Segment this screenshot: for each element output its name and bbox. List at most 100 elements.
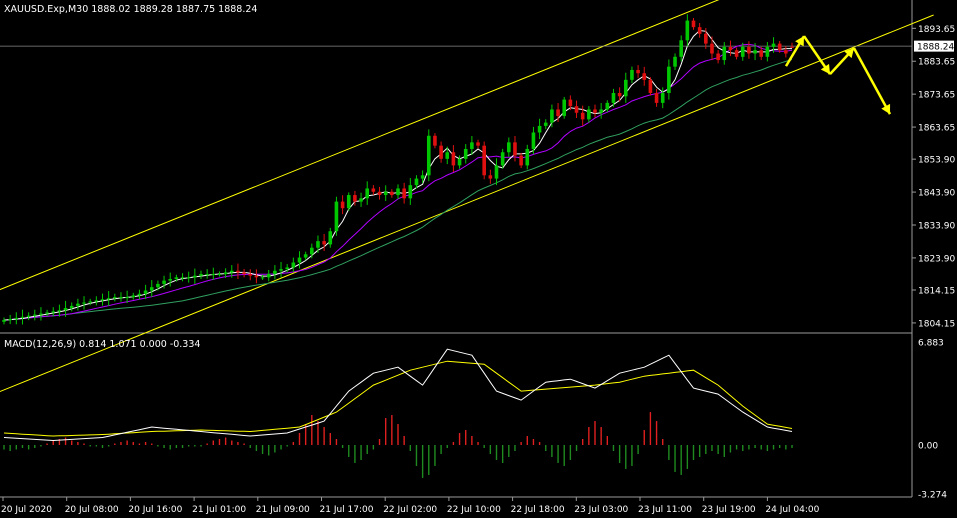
candle-body (125, 297, 129, 299)
candle-body (143, 290, 148, 294)
candle-body (740, 46, 745, 57)
candle-body (8, 319, 12, 321)
candle-body (303, 254, 308, 258)
candle-body (39, 313, 43, 315)
candle-body (507, 142, 511, 153)
candle-body (316, 241, 320, 248)
candle-body (82, 302, 86, 304)
candle-body (205, 274, 209, 276)
candle-body (383, 191, 388, 196)
candle-body (346, 195, 351, 209)
candle-body (433, 135, 437, 146)
candle-body (488, 175, 493, 179)
price-axis-label: 1893.65 (918, 25, 955, 35)
candle-body (402, 188, 406, 199)
candle-body (223, 272, 228, 275)
candle-body (328, 231, 333, 245)
candle-body (63, 308, 68, 311)
candle-body (568, 99, 573, 107)
candle-body (365, 188, 370, 199)
candle-body (14, 317, 19, 320)
candle-body (685, 20, 690, 41)
candle-body (642, 73, 647, 80)
candle-body (100, 299, 105, 301)
candle-body (408, 185, 413, 199)
time-axis-label: 20 Jul 16:00 (128, 505, 182, 515)
candle-body (211, 274, 216, 276)
candle-body (747, 46, 751, 54)
candle-body (168, 278, 173, 281)
candle-body (482, 145, 486, 176)
candle-body (525, 148, 530, 166)
candle-body (463, 148, 468, 159)
candle-body (636, 69, 640, 74)
price-axis-label: 1833.90 (918, 221, 955, 231)
candle-body (334, 201, 339, 232)
candle-body (580, 112, 585, 120)
candle-body (476, 142, 480, 146)
candle-body (605, 102, 610, 110)
candle-body (285, 267, 289, 270)
candle-body (562, 99, 567, 117)
candle-body (291, 262, 296, 268)
candle-body (377, 191, 382, 196)
candle-body (137, 293, 142, 296)
candle-body (679, 40, 683, 57)
candle-body (310, 247, 314, 255)
candle-body (753, 50, 757, 54)
candle-body (593, 109, 597, 113)
candle-body (513, 142, 517, 156)
ma-fast-line (3, 29, 792, 321)
time-axis-label: 22 Jul 10:00 (447, 505, 501, 515)
candle-body (340, 201, 345, 209)
candle-body (186, 277, 191, 279)
candle-body (2, 320, 6, 322)
macd-axis-label: -3.274 (918, 491, 947, 501)
candle-body (617, 93, 622, 97)
candle-body (359, 198, 363, 202)
time-axis-label: 24 Jul 04:00 (765, 505, 819, 515)
price-axis-label: 1814.15 (918, 287, 955, 297)
candle-body (396, 188, 400, 196)
time-axis-label: 20 Jul 08:00 (65, 505, 119, 515)
candle-body (623, 79, 628, 97)
candle-body (113, 297, 117, 299)
candle-body (180, 277, 185, 279)
last-price-label: 1888.24 (917, 43, 954, 53)
candle-body (765, 46, 770, 57)
candle-body (550, 109, 554, 123)
candle-body (500, 152, 505, 166)
price-axis-label: 1863.65 (918, 124, 955, 134)
candle-body (673, 56, 677, 67)
time-axis-label: 23 Jul 03:00 (574, 505, 628, 515)
candle-body (457, 158, 462, 166)
candle-body (236, 270, 240, 273)
candle-body (266, 274, 271, 278)
candle-body (420, 175, 425, 179)
candle-body (193, 275, 197, 278)
candle-body (322, 241, 326, 245)
price-macd-chart: 1893.65 1883.65 1873.65 1863.65 1853.90 1843.… (0, 0, 955, 515)
candle-body (414, 178, 419, 186)
candle-body (556, 109, 560, 117)
price-axis-label: 1853.90 (918, 156, 955, 166)
candle-body (667, 66, 671, 93)
candle-body (88, 301, 92, 303)
candle-body (353, 195, 357, 202)
price-axis-label: 1883.65 (918, 58, 955, 68)
candle-body (777, 43, 782, 51)
candle-body (390, 191, 394, 196)
candle-body (229, 270, 234, 273)
price-panel (0, 0, 934, 393)
candle-body (248, 274, 253, 276)
candle-body (156, 283, 160, 288)
price-axis-label: 1804.15 (918, 319, 955, 329)
candle-body (242, 272, 246, 275)
candle-body (273, 270, 277, 275)
candle-body (131, 295, 136, 298)
time-axis-label: 21 Jul 01:00 (192, 505, 246, 515)
candle-body (660, 93, 665, 103)
candle-body (51, 311, 56, 313)
candle-body (260, 277, 265, 279)
macd-panel (3, 348, 793, 478)
